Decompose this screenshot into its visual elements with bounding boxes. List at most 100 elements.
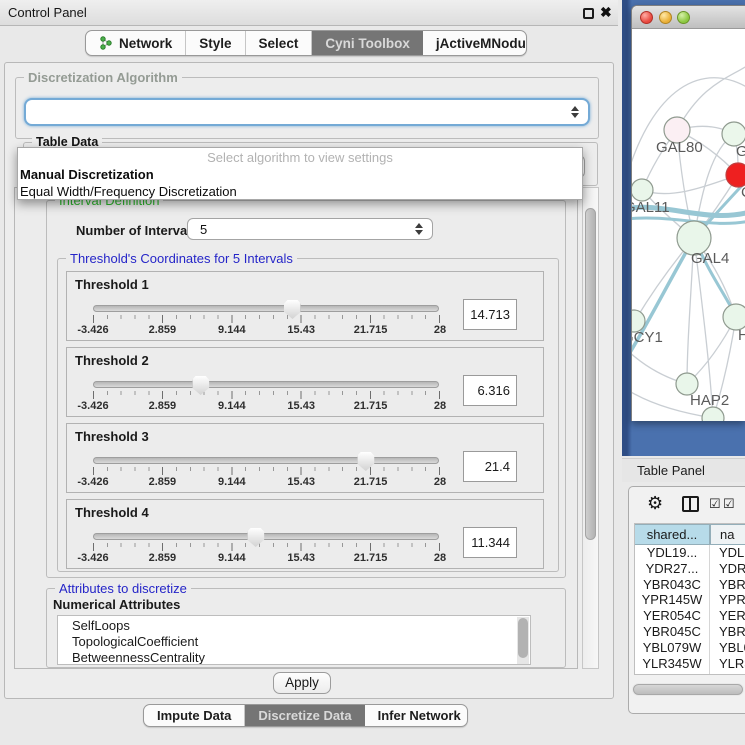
threshold-4-slider: -3.4262.8599.14415.4321.71528 — [93, 533, 440, 564]
node-attribute-table: shared... na YDL19...YDL1 YDR27...YDR2 Y… — [634, 523, 745, 675]
table-row: YER054CYER0 — [635, 608, 745, 624]
tab-cyni-toolbox[interactable]: Cyni Toolbox — [312, 31, 423, 55]
list-item[interactable]: SelfLoops — [58, 618, 530, 634]
mac-close-button[interactable] — [640, 11, 653, 24]
number-of-intervals-combobox[interactable]: 5 — [187, 218, 433, 240]
slider-track[interactable] — [93, 381, 439, 388]
node-bottom[interactable] — [702, 407, 724, 421]
numerical-attributes-list[interactable]: SelfLoops TopologicalCoefficient Between… — [57, 615, 531, 665]
node-label-cut-low: H — [738, 327, 745, 344]
slider-ticks — [93, 467, 440, 475]
threshold-3-value-field[interactable]: 21.4 — [463, 451, 517, 482]
scrollbar-thumb[interactable] — [518, 618, 528, 658]
apply-button[interactable]: Apply — [273, 672, 331, 694]
node-label-cut-mid: C — [741, 184, 745, 201]
close-icon[interactable]: ✖ — [600, 4, 612, 21]
table-row: YBL079WYBL0 — [635, 640, 745, 656]
column-header-name[interactable]: na — [710, 524, 745, 545]
network-canvas[interactable]: GAL80 GA C GAL11 GAL4 GCY1 H HAP2 — [632, 29, 745, 421]
panel-scrollbar[interactable] — [582, 187, 599, 669]
threshold-1-box: Threshold 1 -3.4262.8599.14415.4321.7152… — [66, 271, 544, 341]
threshold-2-label: Threshold 2 — [75, 353, 149, 368]
table-row: YDR27...YDR2 — [635, 561, 745, 577]
gear-icon[interactable]: ⚙ — [647, 493, 663, 514]
table-row: YDL19...YDL1 — [635, 545, 745, 561]
slider-track[interactable] — [93, 533, 439, 540]
table-row: YBR045CYBR0 — [635, 624, 745, 640]
node-label-gcy1: GCY1 — [632, 329, 663, 346]
columns-icon[interactable] — [682, 496, 699, 512]
attributes-group-title: Attributes to discretize — [55, 581, 191, 596]
threshold-3-slider: -3.4262.8599.14415.4321.71528 — [93, 457, 440, 488]
slider-ticks — [93, 391, 440, 399]
node-gal11[interactable] — [632, 179, 653, 201]
table-row: YPR145WYPR1 — [635, 592, 745, 608]
threshold-4-box: Threshold 4 -3.4262.8599.14415.4321.7152… — [66, 499, 544, 569]
tab-select[interactable]: Select — [246, 31, 313, 55]
scrollbar-thumb[interactable] — [633, 684, 743, 695]
discretization-algorithm-group: Discretization Algorithm — [15, 77, 599, 139]
threshold-4-label: Threshold 4 — [75, 505, 149, 520]
slider-ticks — [93, 315, 440, 323]
tab-discretize-data[interactable]: Discretize Data — [245, 705, 364, 726]
number-of-intervals-label: Number of Intervals — [76, 223, 198, 238]
table-row: YIL052CYIL0 — [635, 671, 745, 675]
table-row: YBR043CYBR0 — [635, 577, 745, 593]
list-item[interactable]: BetweennessCentrality — [58, 650, 530, 665]
node-label-gal80: GAL80 — [656, 139, 703, 156]
algorithm-combobox[interactable] — [24, 98, 590, 126]
table-horizontal-scrollbar[interactable] — [632, 683, 744, 696]
list-scrollbar[interactable] — [517, 617, 529, 664]
control-panel-titlebar: Control Panel ✖ — [0, 0, 618, 26]
node-label-gal4: GAL4 — [691, 250, 729, 267]
slider-track[interactable] — [93, 457, 439, 464]
algorithm-prompt-item: Select algorithm to view settings — [18, 149, 582, 166]
table-header-row: shared... na — [635, 524, 745, 545]
threshold-1-value-field[interactable]: 14.713 — [463, 299, 517, 330]
threshold-coordinates-group: Threshold's Coordinates for 5 Intervals … — [57, 258, 559, 572]
cyni-bottom-tabs: Impute Data Discretize Data Infer Networ… — [143, 704, 468, 727]
attributes-to-discretize-group: Attributes to discretize Numerical Attri… — [46, 588, 566, 668]
float-window-icon[interactable] — [583, 8, 594, 19]
mac-minimize-button[interactable] — [659, 11, 672, 24]
scrollbar-thumb[interactable] — [585, 208, 596, 540]
tab-jactivemnodules[interactable]: jActiveMNodules — [423, 31, 527, 55]
threshold-1-label: Threshold 1 — [75, 277, 149, 292]
control-panel-tabs: Network Style Select Cyni Toolbox jActiv… — [85, 30, 527, 56]
select-all-checkbox-icon[interactable]: ☑ — [709, 496, 721, 512]
combo-spinner-icon — [415, 223, 423, 235]
table-panel-titlebar: Table Panel — [622, 458, 745, 482]
threshold-4-value-field[interactable]: 11.344 — [463, 527, 517, 558]
tab-style[interactable]: Style — [186, 31, 245, 55]
tab-network[interactable]: Network — [86, 31, 186, 55]
settings-scroll-viewport: Interval Definition Number of Intervals … — [14, 187, 578, 669]
network-window: GAL80 GA C GAL11 GAL4 GCY1 H HAP2 — [631, 5, 745, 421]
network-view-frame: GAL80 GA C GAL11 GAL4 GCY1 H HAP2 — [622, 0, 745, 456]
threshold-3-box: Threshold 3 -3.4262.8599.14415.4321.7152… — [66, 423, 544, 493]
table-toolbar: ⚙ ☑ ☑ — [629, 487, 745, 521]
table-row: YLR345WYLR3 — [635, 656, 745, 672]
table-panel-window: ⚙ ☑ ☑ shared... na YDL19...YDL1 YDR27...… — [628, 486, 745, 714]
combo-spinner-icon — [571, 106, 579, 118]
threshold-3-label: Threshold 3 — [75, 429, 149, 444]
algorithm-option-manual[interactable]: Manual Discretization — [18, 166, 582, 183]
network-icon — [99, 36, 113, 50]
cyni-toolbox-panel: Discretization Algorithm Select algorith… — [4, 62, 614, 699]
slider-track[interactable] — [93, 305, 439, 312]
discretization-algorithm-group-title: Discretization Algorithm — [24, 70, 182, 85]
network-window-titlebar[interactable] — [632, 6, 745, 29]
interval-definition-group: Interval Definition Number of Intervals … — [46, 200, 566, 578]
select-none-checkbox-icon[interactable]: ☑ — [723, 496, 735, 512]
list-item[interactable]: TopologicalCoefficient — [58, 634, 530, 650]
threshold-2-box: Threshold 2 -3.4262.8599.14415.4321.7152… — [66, 347, 544, 417]
node-label-gal11: GAL11 — [632, 199, 670, 216]
column-header-shared-name[interactable]: shared... — [635, 524, 710, 545]
node-label-cut-top: GA — [736, 143, 745, 160]
node-label-hap2: HAP2 — [690, 392, 729, 409]
mac-zoom-button[interactable] — [677, 11, 690, 24]
table-panel-title: Table Panel — [637, 459, 705, 483]
tab-impute-data[interactable]: Impute Data — [144, 705, 245, 726]
algorithm-option-equal-width[interactable]: Equal Width/Frequency Discretization — [18, 183, 582, 200]
tab-infer-network[interactable]: Infer Network — [365, 705, 468, 726]
threshold-2-value-field[interactable]: 6.316 — [463, 375, 517, 406]
